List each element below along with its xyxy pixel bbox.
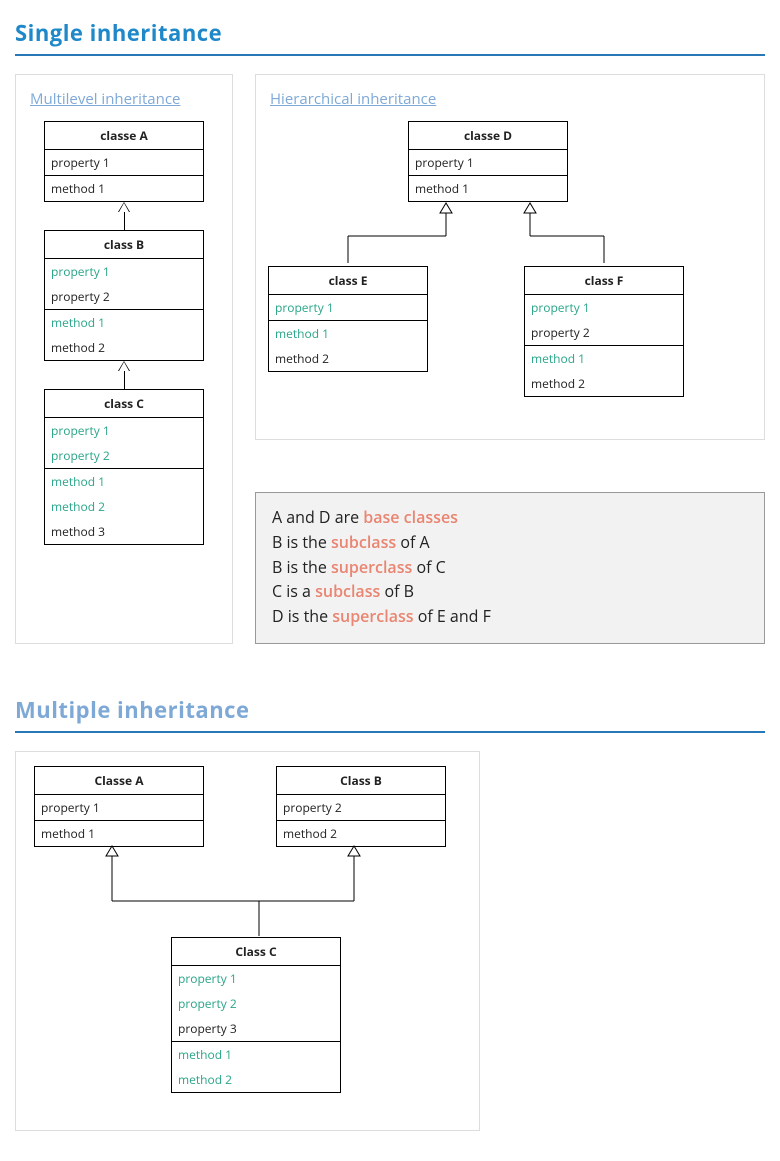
inheritance-connectors-icon: [34, 846, 446, 946]
uml-class-mc: Class Cproperty 1property 2property 3met…: [171, 937, 341, 1093]
multilevel-panel: Multilevel inheritance classe Aproperty …: [15, 74, 233, 644]
inheritance-arrow-icon: [118, 202, 130, 230]
uml-class-ma: Classe Aproperty 1method 1: [34, 766, 204, 847]
section-title-single: Single inheritance: [15, 15, 765, 54]
uml-class-mb: Class Bproperty 2method 2: [276, 766, 446, 847]
hierarchical-panel: Hierarchical inheritance classe Dpropert…: [255, 74, 765, 440]
uml-class-b: class Bproperty 1property 2method 1metho…: [44, 230, 204, 361]
hierarchical-title: Hierarchical inheritance: [270, 89, 752, 109]
multilevel-title: Multilevel inheritance: [30, 89, 220, 109]
uml-class-a: classe Aproperty 1method 1: [44, 121, 204, 202]
divider: [15, 731, 765, 733]
uml-class-f: class Fproperty 1property 2method 1metho…: [524, 266, 684, 397]
inheritance-arrow-icon: [118, 361, 130, 389]
terminology-note: A and D are base classes B is the subcla…: [255, 492, 765, 644]
section-title-multiple: Multiple inheritance: [15, 692, 765, 731]
uml-class-d: classe Dproperty 1method 1: [408, 121, 568, 202]
multiple-panel: Classe Aproperty 1method 1 Class Bproper…: [15, 751, 480, 1131]
divider: [15, 54, 765, 56]
uml-class-e: class Eproperty 1method 1method 2: [268, 266, 428, 372]
uml-class-c: class Cproperty 1property 2method 1metho…: [44, 389, 204, 545]
